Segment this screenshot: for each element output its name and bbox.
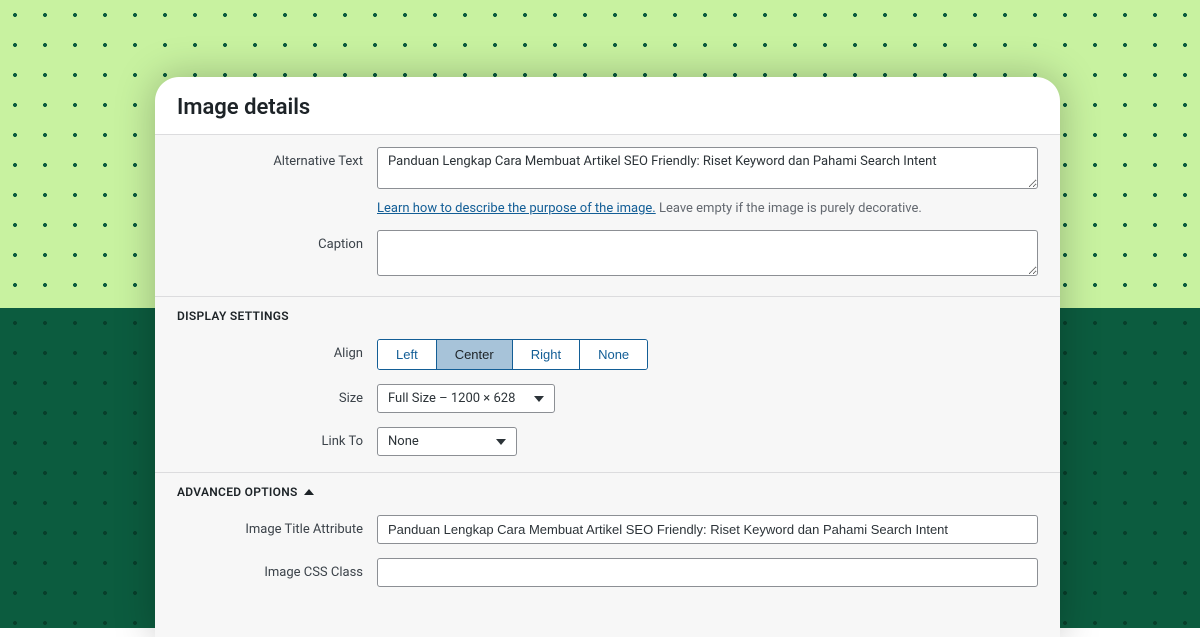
chevron-down-icon [534, 396, 544, 402]
alt-text-hint-rest: Leave empty if the image is purely decor… [656, 201, 922, 216]
linkto-select[interactable]: None [377, 427, 517, 456]
size-select-value: Full Size – 1200 × 628 [388, 391, 515, 406]
label-align: Align [177, 339, 377, 361]
size-select[interactable]: Full Size – 1200 × 628 [377, 384, 555, 413]
align-right-button[interactable]: Right [513, 340, 580, 369]
heading-advanced-options[interactable]: ADVANCED OPTIONS [177, 485, 1038, 499]
row-title-attr: Image Title Attribute [177, 515, 1038, 544]
alt-text-hint-link[interactable]: Learn how to describe the purpose of the… [377, 201, 656, 216]
modal-title: Image details [155, 77, 1060, 134]
label-alt-text: Alternative Text [177, 147, 377, 169]
css-class-input[interactable] [377, 558, 1038, 587]
caption-input[interactable] [377, 230, 1038, 276]
row-align: Align Left Center Right None [177, 339, 1038, 370]
caret-up-icon [304, 489, 314, 495]
section-display: DISPLAY SETTINGS Align Left Center Right… [155, 296, 1060, 472]
label-title-attr: Image Title Attribute [177, 515, 377, 537]
label-caption: Caption [177, 230, 377, 252]
heading-display-settings: DISPLAY SETTINGS [177, 309, 1038, 323]
label-size: Size [177, 384, 377, 406]
title-attribute-input[interactable] [377, 515, 1038, 544]
image-details-modal: Image details Alternative Text Learn how… [155, 77, 1060, 637]
alt-text-input[interactable] [377, 147, 1038, 189]
row-linkto: Link To None [177, 427, 1038, 456]
linkto-select-value: None [388, 434, 419, 449]
label-css-class: Image CSS Class [177, 558, 377, 580]
modal-body: Alternative Text Learn how to describe t… [155, 134, 1060, 637]
align-button-group: Left Center Right None [377, 339, 648, 370]
row-size: Size Full Size – 1200 × 628 [177, 384, 1038, 413]
alt-text-hint: Learn how to describe the purpose of the… [377, 201, 1038, 216]
chevron-down-icon [496, 439, 506, 445]
heading-advanced-label: ADVANCED OPTIONS [177, 485, 298, 499]
row-alt-text: Alternative Text Learn how to describe t… [177, 147, 1038, 216]
row-css-class: Image CSS Class [177, 558, 1038, 587]
section-advanced: ADVANCED OPTIONS Image Title Attribute I… [155, 472, 1060, 603]
align-left-button[interactable]: Left [378, 340, 437, 369]
align-none-button[interactable]: None [580, 340, 647, 369]
align-center-button[interactable]: Center [437, 340, 513, 369]
row-caption: Caption [177, 230, 1038, 280]
label-linkto: Link To [177, 427, 377, 449]
section-basic: Alternative Text Learn how to describe t… [155, 135, 1060, 296]
